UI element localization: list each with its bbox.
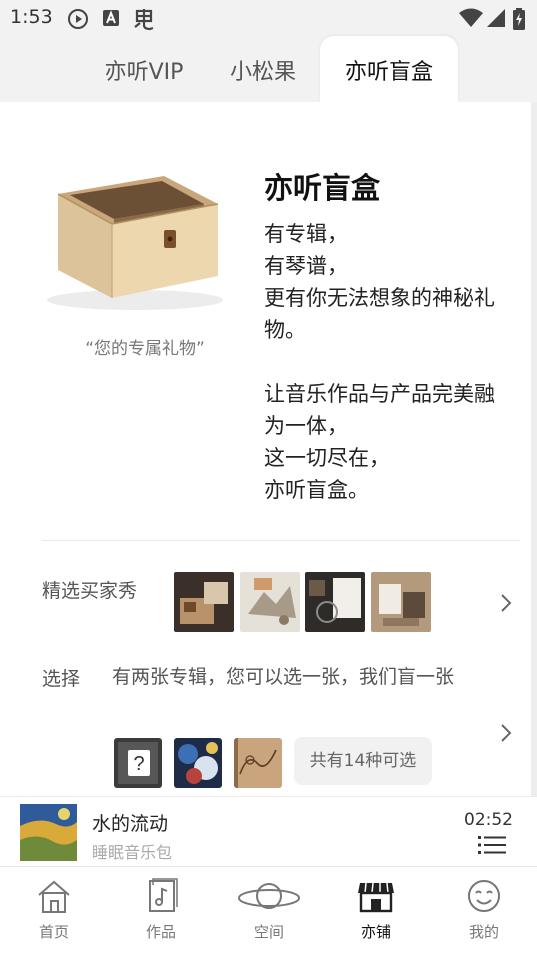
hero-line: 更有你无法想象的神秘礼物。 — [264, 286, 495, 342]
signal-icon — [487, 9, 505, 27]
hero-line: 这一切尽在， — [264, 446, 390, 470]
top-tab-bar: 亦听VIP 小松果 亦听盲盒 — [0, 36, 537, 102]
chevron-right-icon[interactable] — [499, 592, 513, 614]
available-count-button[interactable]: 共有14种可选 — [294, 737, 432, 785]
play-circle-icon — [68, 9, 88, 29]
mystery-album-cover[interactable]: ? — [114, 738, 162, 788]
nav-space[interactable]: 空间 — [224, 867, 314, 956]
wifi-icon — [459, 8, 483, 27]
a-badge-icon — [103, 10, 119, 26]
planet-icon — [238, 883, 300, 909]
now-playing-subtitle: 睡眠音乐包 — [92, 843, 173, 862]
shop-icon — [358, 882, 394, 913]
now-playing-time: 02:52 — [464, 810, 513, 830]
status-time: 1:53 — [10, 6, 53, 28]
choose-description: 有两张专辑，您可以选一张，我们盲一张 — [112, 666, 455, 688]
buyer-show-label: 精选买家秀 — [42, 580, 138, 602]
gift-caption: “您的专属礼物” — [85, 339, 205, 359]
hero-line: 有琴谱， — [264, 254, 348, 278]
now-playing-cover[interactable] — [20, 804, 77, 861]
buyer-photo[interactable] — [240, 572, 300, 632]
hero-line: 有专辑， — [264, 222, 348, 246]
hero-line: 亦听盲盒。 — [264, 478, 369, 502]
hero-title: 亦听盲盒 — [264, 171, 381, 205]
choose-label: 选择 — [42, 668, 81, 690]
nav-label: 首页 — [38, 923, 69, 941]
buyer-photo[interactable] — [174, 572, 234, 632]
wooden-box-image — [47, 176, 223, 310]
now-playing-title: 水的流动 — [92, 813, 169, 835]
buyer-photo[interactable] — [371, 572, 431, 632]
bottom-nav: 首页 作品 空间 亦铺 我的 — [0, 866, 537, 956]
album-blue-painting-cover[interactable] — [174, 738, 222, 788]
main-content: “您的专属礼物” 亦听盲盒 有专辑， 有琴谱， 更有你无法想象的神秘礼物。 让音… — [0, 102, 537, 796]
nav-label: 亦铺 — [360, 923, 391, 941]
buyer-photo[interactable] — [305, 572, 365, 632]
nav-label: 空间 — [253, 923, 284, 941]
music-note-icon — [149, 878, 178, 912]
hero-description: 有专辑， 有琴谱， 更有你无法想象的神秘礼物。 让音乐作品与产品完美融为一体， … — [264, 218, 509, 506]
nav-label: 作品 — [145, 923, 176, 941]
mini-player[interactable]: 水的流动 睡眠音乐包 02:52 — [0, 796, 537, 866]
nav-shop[interactable]: 亦铺 — [331, 867, 421, 956]
smiley-icon — [468, 880, 500, 912]
chevron-right-icon[interactable] — [499, 722, 513, 744]
album-tan-sketch-cover[interactable] — [234, 738, 282, 788]
status-bar: 1:53 — [0, 0, 537, 36]
svg-text:?: ? — [133, 753, 144, 775]
tab-blind-box[interactable]: 亦听盲盒 — [320, 36, 458, 102]
tab-vip[interactable]: 亦听VIP — [90, 36, 198, 102]
nav-works[interactable]: 作品 — [116, 867, 206, 956]
playlist-icon[interactable] — [478, 835, 506, 855]
battery-charging-icon — [513, 8, 525, 30]
nav-label: 我的 — [468, 923, 499, 941]
section-divider — [42, 540, 520, 541]
chinese-char-icon — [134, 9, 154, 31]
nav-home[interactable]: 首页 — [9, 867, 99, 956]
hero-line: 让音乐作品与产品完美融为一体， — [264, 382, 495, 438]
nav-me[interactable]: 我的 — [439, 867, 529, 956]
tab-xiaosongguo[interactable]: 小松果 — [214, 36, 312, 102]
house-icon — [38, 880, 70, 913]
